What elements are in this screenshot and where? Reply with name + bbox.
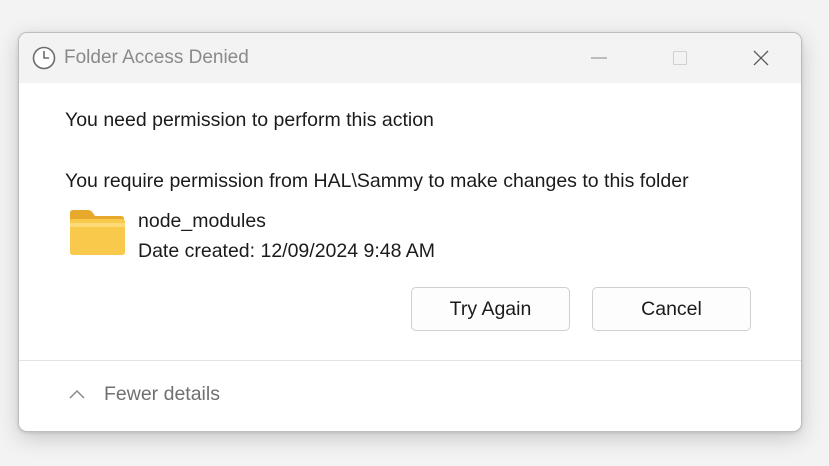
title-bar[interactable]: Folder Access Denied <box>19 33 801 83</box>
folder-access-denied-dialog: Folder Access Denied You need permission… <box>18 32 802 432</box>
fewer-details-toggle[interactable]: Fewer details <box>67 383 220 406</box>
try-again-button[interactable]: Try Again <box>411 287 570 331</box>
folder-icon <box>70 210 125 255</box>
fewer-details-label: Fewer details <box>104 383 220 405</box>
permission-detail: You require permission from HAL\Sammy to… <box>65 170 689 192</box>
window-title: Folder Access Denied <box>64 47 249 68</box>
cancel-button[interactable]: Cancel <box>592 287 751 331</box>
folder-date-created: Date created: 12/09/2024 9:48 AM <box>138 240 436 262</box>
dialog-footer: Fewer details <box>19 360 801 431</box>
minimize-icon <box>591 57 607 59</box>
permission-headline: You need permission to perform this acti… <box>65 109 434 131</box>
chevron-up-icon <box>69 389 85 399</box>
maximize-icon <box>672 50 688 66</box>
folder-name: node_modules <box>138 210 266 232</box>
close-button[interactable] <box>721 33 801 83</box>
clock-icon <box>32 46 56 70</box>
maximize-button[interactable] <box>640 33 720 83</box>
close-icon <box>753 50 769 66</box>
minimize-button[interactable] <box>559 33 639 83</box>
